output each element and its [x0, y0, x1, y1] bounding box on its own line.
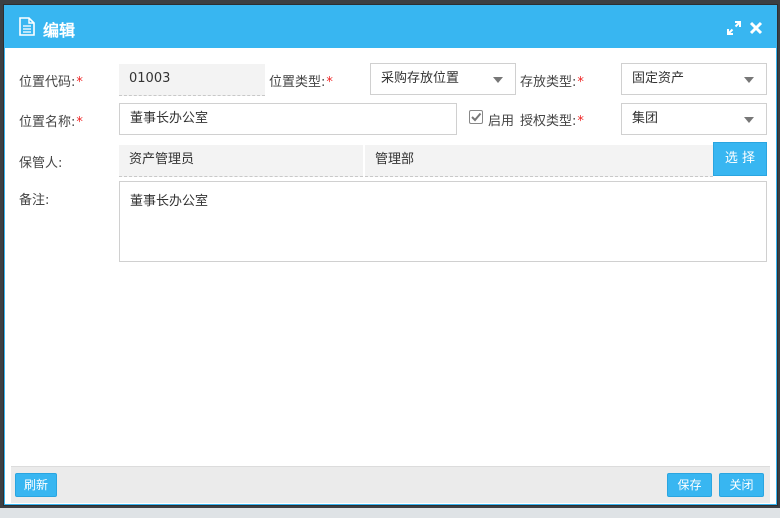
location-name-input[interactable]: 董事长办公室: [119, 103, 457, 135]
remarks-textarea[interactable]: 董事长办公室: [119, 181, 767, 262]
enabled-label: 启用: [488, 114, 515, 129]
enabled-checkbox[interactable]: 启用: [469, 110, 519, 129]
close-button[interactable]: 关闭: [719, 473, 764, 497]
dialog-footer: 刷新 保存 关闭: [11, 466, 770, 503]
select-custodian-button[interactable]: 选 择: [713, 142, 767, 176]
location-type-select[interactable]: 采购存放位置: [370, 63, 516, 95]
location-code-label: 位置代码:*: [19, 75, 83, 90]
custodian-person-field[interactable]: 资产管理员: [119, 145, 363, 177]
location-type-label: 位置类型:*: [269, 75, 333, 90]
remarks-label: 备注:: [19, 193, 50, 208]
custodian-department-field[interactable]: 管理部: [365, 145, 713, 177]
storage-type-label: 存放类型:*: [520, 75, 584, 90]
refresh-button[interactable]: 刷新: [15, 473, 57, 497]
edit-dialog: 编辑 位置代码:* 01003 位置类型:* 采购存放位置 存放类型:* 固定资…: [4, 5, 777, 505]
location-code-field[interactable]: 01003: [119, 64, 265, 96]
custodian-label: 保管人:: [19, 156, 63, 171]
background-page: [0, 508, 780, 518]
storage-type-select[interactable]: 固定资产: [621, 63, 767, 95]
save-button[interactable]: 保存: [667, 473, 712, 497]
chevron-down-icon: [493, 77, 503, 83]
auth-type-select[interactable]: 集团: [621, 103, 767, 135]
auth-type-label: 授权类型:*: [520, 114, 584, 129]
close-icon[interactable]: [748, 20, 764, 36]
document-icon: [19, 17, 35, 36]
chevron-down-icon: [744, 77, 754, 83]
checkbox-checked-icon: [469, 110, 483, 124]
form-body: 位置代码:* 01003 位置类型:* 采购存放位置 存放类型:* 固定资产 位…: [11, 48, 770, 466]
dialog-titlebar: 编辑: [5, 6, 776, 48]
location-name-label: 位置名称:*: [19, 115, 83, 130]
chevron-down-icon: [744, 117, 754, 123]
maximize-icon[interactable]: [726, 20, 742, 36]
dialog-title: 编辑: [43, 21, 76, 40]
